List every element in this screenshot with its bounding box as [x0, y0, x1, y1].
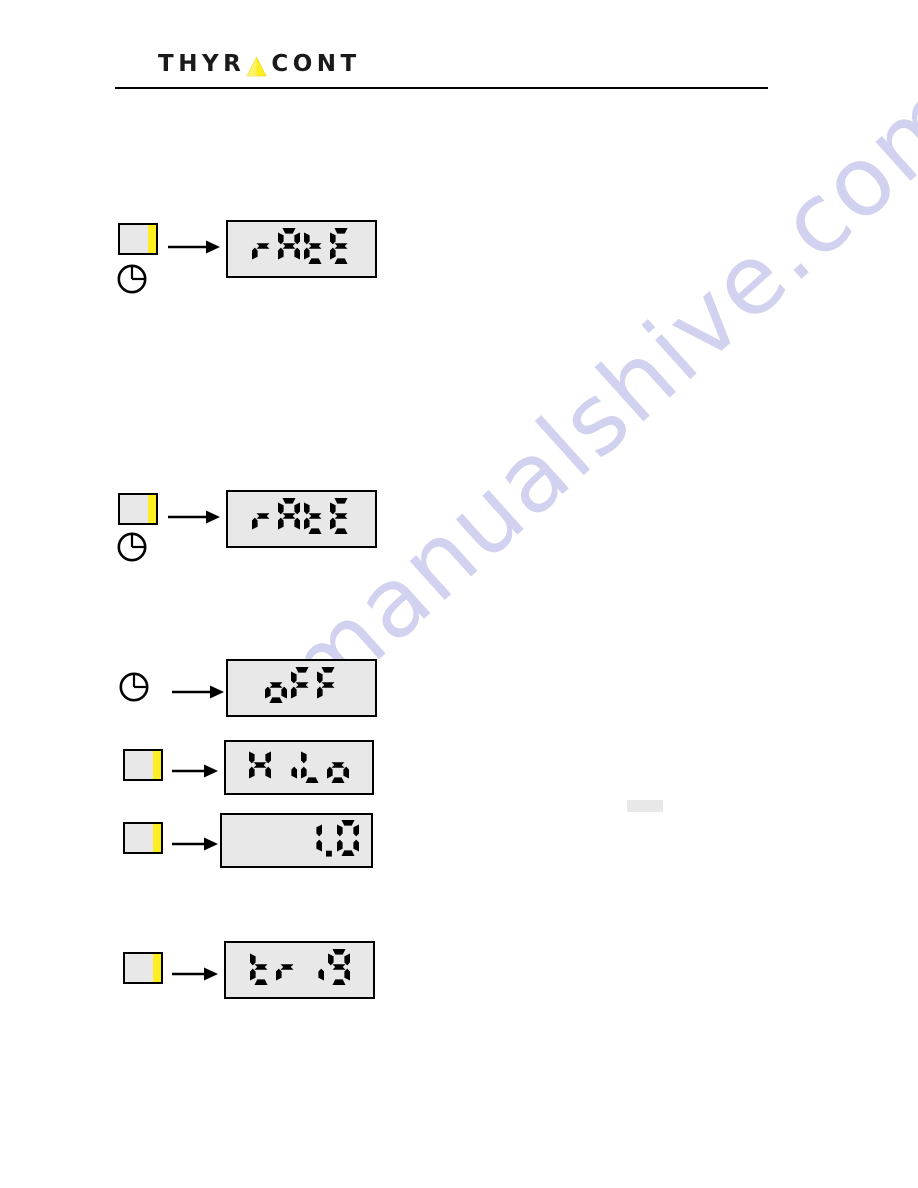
flow-arrow-icon [168, 239, 220, 255]
lcd-display [226, 490, 377, 548]
clock-icon [118, 671, 150, 703]
device-key-icon[interactable] [123, 822, 163, 854]
watermark-text: manualshive.com [262, 56, 918, 728]
watermark-artifact-box [627, 800, 663, 812]
flow-arrow-icon [172, 763, 218, 779]
device-key-icon[interactable] [123, 749, 163, 781]
clock-icon [116, 263, 148, 295]
header-divider [115, 87, 768, 89]
lcd-display [226, 659, 377, 717]
page-watermark: manualshive.com [0, 0, 918, 1188]
key-yellow-stripe [148, 495, 156, 523]
clock-icon [116, 531, 148, 563]
lcd-display-value [228, 222, 375, 276]
lcd-display-value [222, 815, 371, 866]
logo-text-part-2: CONT [271, 50, 361, 77]
device-key-icon[interactable] [123, 952, 163, 984]
lcd-display [224, 941, 375, 999]
flow-arrow-icon [168, 509, 220, 525]
flow-arrow-icon [172, 836, 218, 852]
key-yellow-stripe [153, 824, 161, 852]
key-yellow-stripe [153, 751, 161, 779]
lcd-display-value [226, 742, 372, 793]
lcd-display [224, 740, 374, 795]
lcd-display-value [228, 661, 375, 715]
logo-triangle-icon [246, 55, 267, 77]
lcd-display [226, 220, 377, 278]
key-yellow-stripe [148, 225, 156, 253]
lcd-display [220, 813, 373, 868]
thyracont-logo: THYR CONT [158, 50, 361, 78]
lcd-display-value [226, 943, 373, 997]
lcd-display-value [228, 492, 375, 546]
logo-text-part-1: THYR [158, 50, 246, 77]
flow-arrow-icon [172, 684, 224, 700]
device-key-icon[interactable] [118, 493, 158, 525]
flow-arrow-icon [172, 966, 218, 982]
key-yellow-stripe [153, 954, 161, 982]
device-key-icon[interactable] [118, 223, 158, 255]
